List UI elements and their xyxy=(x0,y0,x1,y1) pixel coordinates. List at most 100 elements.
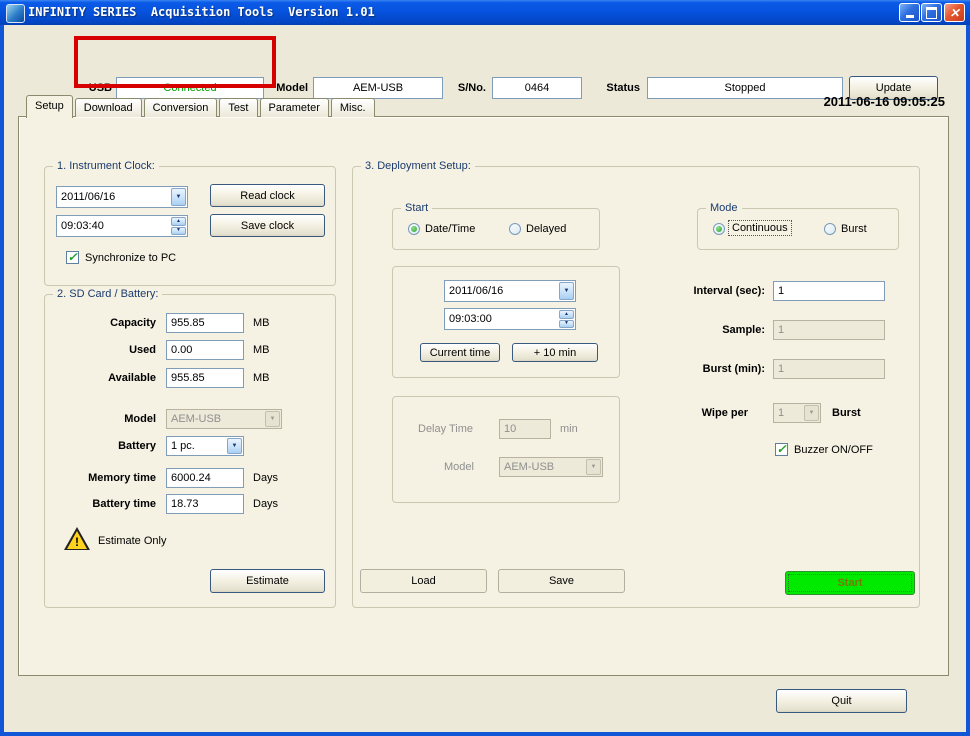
spin-up-button[interactable]: ▲ xyxy=(171,217,186,226)
capacity-field[interactable]: 955.85 xyxy=(166,313,244,333)
tab-download[interactable]: Download xyxy=(75,98,142,117)
interval-field[interactable]: 1 xyxy=(773,281,885,301)
tab-setup[interactable]: Setup xyxy=(26,95,73,118)
burst-radio[interactable] xyxy=(824,223,836,235)
spin-down-icon: ▼ xyxy=(176,228,181,233)
delay-time-label: Delay Time xyxy=(418,423,473,435)
buzzer-checkbox[interactable]: ✓ xyxy=(775,443,788,456)
sd-battery-title: 2. SD Card / Battery: xyxy=(53,287,162,301)
battery-label: Battery xyxy=(36,440,156,452)
available-unit: MB xyxy=(253,372,270,384)
wipe-per-combo: 1 ▼ xyxy=(773,403,821,423)
available-field[interactable]: 955.85 xyxy=(166,368,244,388)
sd-model-label: Model xyxy=(36,413,156,425)
dropdown-glyph: ▼ xyxy=(809,410,815,416)
burst-min-label: Burst (min): xyxy=(630,363,765,375)
instrument-clock-title: 1. Instrument Clock: xyxy=(53,159,159,173)
delay-time-field: 10 xyxy=(499,419,551,439)
usb-value: Connected xyxy=(163,82,216,94)
deploy-time-spin-buttons: ▲ ▼ xyxy=(559,310,574,328)
tab-parameter[interactable]: Parameter xyxy=(260,98,329,117)
spin-down-icon: ▼ xyxy=(564,321,569,326)
memory-time-unit: Days xyxy=(253,472,278,484)
window-border-left xyxy=(0,25,4,736)
interval-value: 1 xyxy=(778,285,784,297)
dropdown-glyph: ▼ xyxy=(176,194,182,200)
estimate-button[interactable]: Estimate xyxy=(210,569,325,593)
memory-time-label: Memory time xyxy=(36,472,156,484)
estimate-note: Estimate Only xyxy=(98,535,166,547)
read-clock-button[interactable]: Read clock xyxy=(210,184,325,207)
datetime-display: 2011-06-16 09:05:25 xyxy=(640,94,945,109)
spin-up-button[interactable]: ▲ xyxy=(559,310,574,319)
sample-label: Sample: xyxy=(630,324,765,336)
start-group-title: Start xyxy=(401,201,432,215)
delayed-radio[interactable] xyxy=(509,223,521,235)
sync-pc-checkbox[interactable]: ✓ xyxy=(66,251,79,264)
topbar: USB Connected Model AEM-USB S/No. 0464 S… xyxy=(0,30,970,86)
clock-time-spin-buttons: ▲ ▼ xyxy=(171,217,186,235)
delay-model-value: AEM-USB xyxy=(504,458,584,476)
delay-time-value: 10 xyxy=(504,423,516,435)
warning-mark: ! xyxy=(64,535,90,549)
maximize-button[interactable] xyxy=(921,3,942,22)
plus-10-min-button[interactable]: + 10 min xyxy=(512,343,598,362)
model-value: AEM-USB xyxy=(353,82,403,94)
battery-time-label: Battery time xyxy=(36,498,156,510)
dropdown-glyph: ▼ xyxy=(270,416,276,422)
deployment-title: 3. Deployment Setup: xyxy=(361,159,475,173)
deploy-time-spinner[interactable]: 09:03:00 ▲ ▼ xyxy=(444,308,576,330)
close-button[interactable]: ✕ xyxy=(944,3,965,22)
used-unit: MB xyxy=(253,344,270,356)
battery-combo[interactable]: 1 pc. ▼ xyxy=(166,436,244,456)
used-label: Used xyxy=(36,344,156,356)
used-field[interactable]: 0.00 xyxy=(166,340,244,360)
datetime-radio[interactable] xyxy=(408,223,420,235)
tab-conversion[interactable]: Conversion xyxy=(144,98,218,117)
mode-group-title: Mode xyxy=(706,201,742,215)
start-button[interactable]: Start xyxy=(785,571,915,595)
memory-time-value: 6000.24 xyxy=(171,472,211,484)
warning-icon: ! xyxy=(64,527,90,550)
dropdown-arrow-icon: ▼ xyxy=(265,411,280,427)
minimize-button[interactable] xyxy=(899,3,920,22)
clock-time-spinner[interactable]: 09:03:40 ▲ ▼ xyxy=(56,215,188,237)
save-clock-button[interactable]: Save clock xyxy=(210,214,325,237)
sd-model-value: AEM-USB xyxy=(171,410,263,428)
deploy-date-combo[interactable]: 2011/06/16 ▼ xyxy=(444,280,576,302)
serial-field[interactable]: 0464 xyxy=(492,77,582,99)
continuous-radio-label: Continuous xyxy=(729,221,791,235)
dropdown-glyph: ▼ xyxy=(564,288,570,294)
memory-time-field[interactable]: 6000.24 xyxy=(166,468,244,488)
window-title: INFINITY SERIES Acquisition Tools Versio… xyxy=(28,0,375,25)
clock-date-combo[interactable]: 2011/06/16 ▼ xyxy=(56,186,188,208)
load-button[interactable]: Load xyxy=(360,569,487,593)
continuous-radio[interactable] xyxy=(713,223,725,235)
close-icon: ✕ xyxy=(949,6,959,20)
current-time-button[interactable]: Current time xyxy=(420,343,500,362)
check-icon: ✓ xyxy=(67,251,77,263)
dropdown-arrow-icon[interactable]: ▼ xyxy=(227,438,242,454)
used-value: 0.00 xyxy=(171,344,192,356)
delay-model-label: Model xyxy=(444,461,474,473)
delay-time-unit: min xyxy=(560,423,578,435)
sync-pc-label: Synchronize to PC xyxy=(85,252,176,264)
dropdown-arrow-icon[interactable]: ▼ xyxy=(171,188,186,206)
quit-button[interactable]: Quit xyxy=(776,689,907,713)
battery-time-field[interactable]: 18.73 xyxy=(166,494,244,514)
spin-down-button[interactable]: ▼ xyxy=(171,227,186,236)
dropdown-arrow-icon[interactable]: ▼ xyxy=(559,282,574,300)
battery-value: 1 pc. xyxy=(171,437,225,455)
sample-value: 1 xyxy=(778,324,784,336)
tab-misc[interactable]: Misc. xyxy=(331,98,375,117)
spin-down-button[interactable]: ▼ xyxy=(559,320,574,329)
sd-model-combo: AEM-USB ▼ xyxy=(166,409,282,429)
datetime-radio-label: Date/Time xyxy=(425,223,475,235)
wipe-per-label: Wipe per xyxy=(630,407,748,419)
titlebar[interactable]: INFINITY SERIES Acquisition Tools Versio… xyxy=(0,0,970,25)
delay-model-combo: AEM-USB ▼ xyxy=(499,457,603,477)
save-button[interactable]: Save xyxy=(498,569,625,593)
tab-test[interactable]: Test xyxy=(219,98,257,117)
capacity-unit: MB xyxy=(253,317,270,329)
serial-label: S/No. xyxy=(446,82,486,94)
